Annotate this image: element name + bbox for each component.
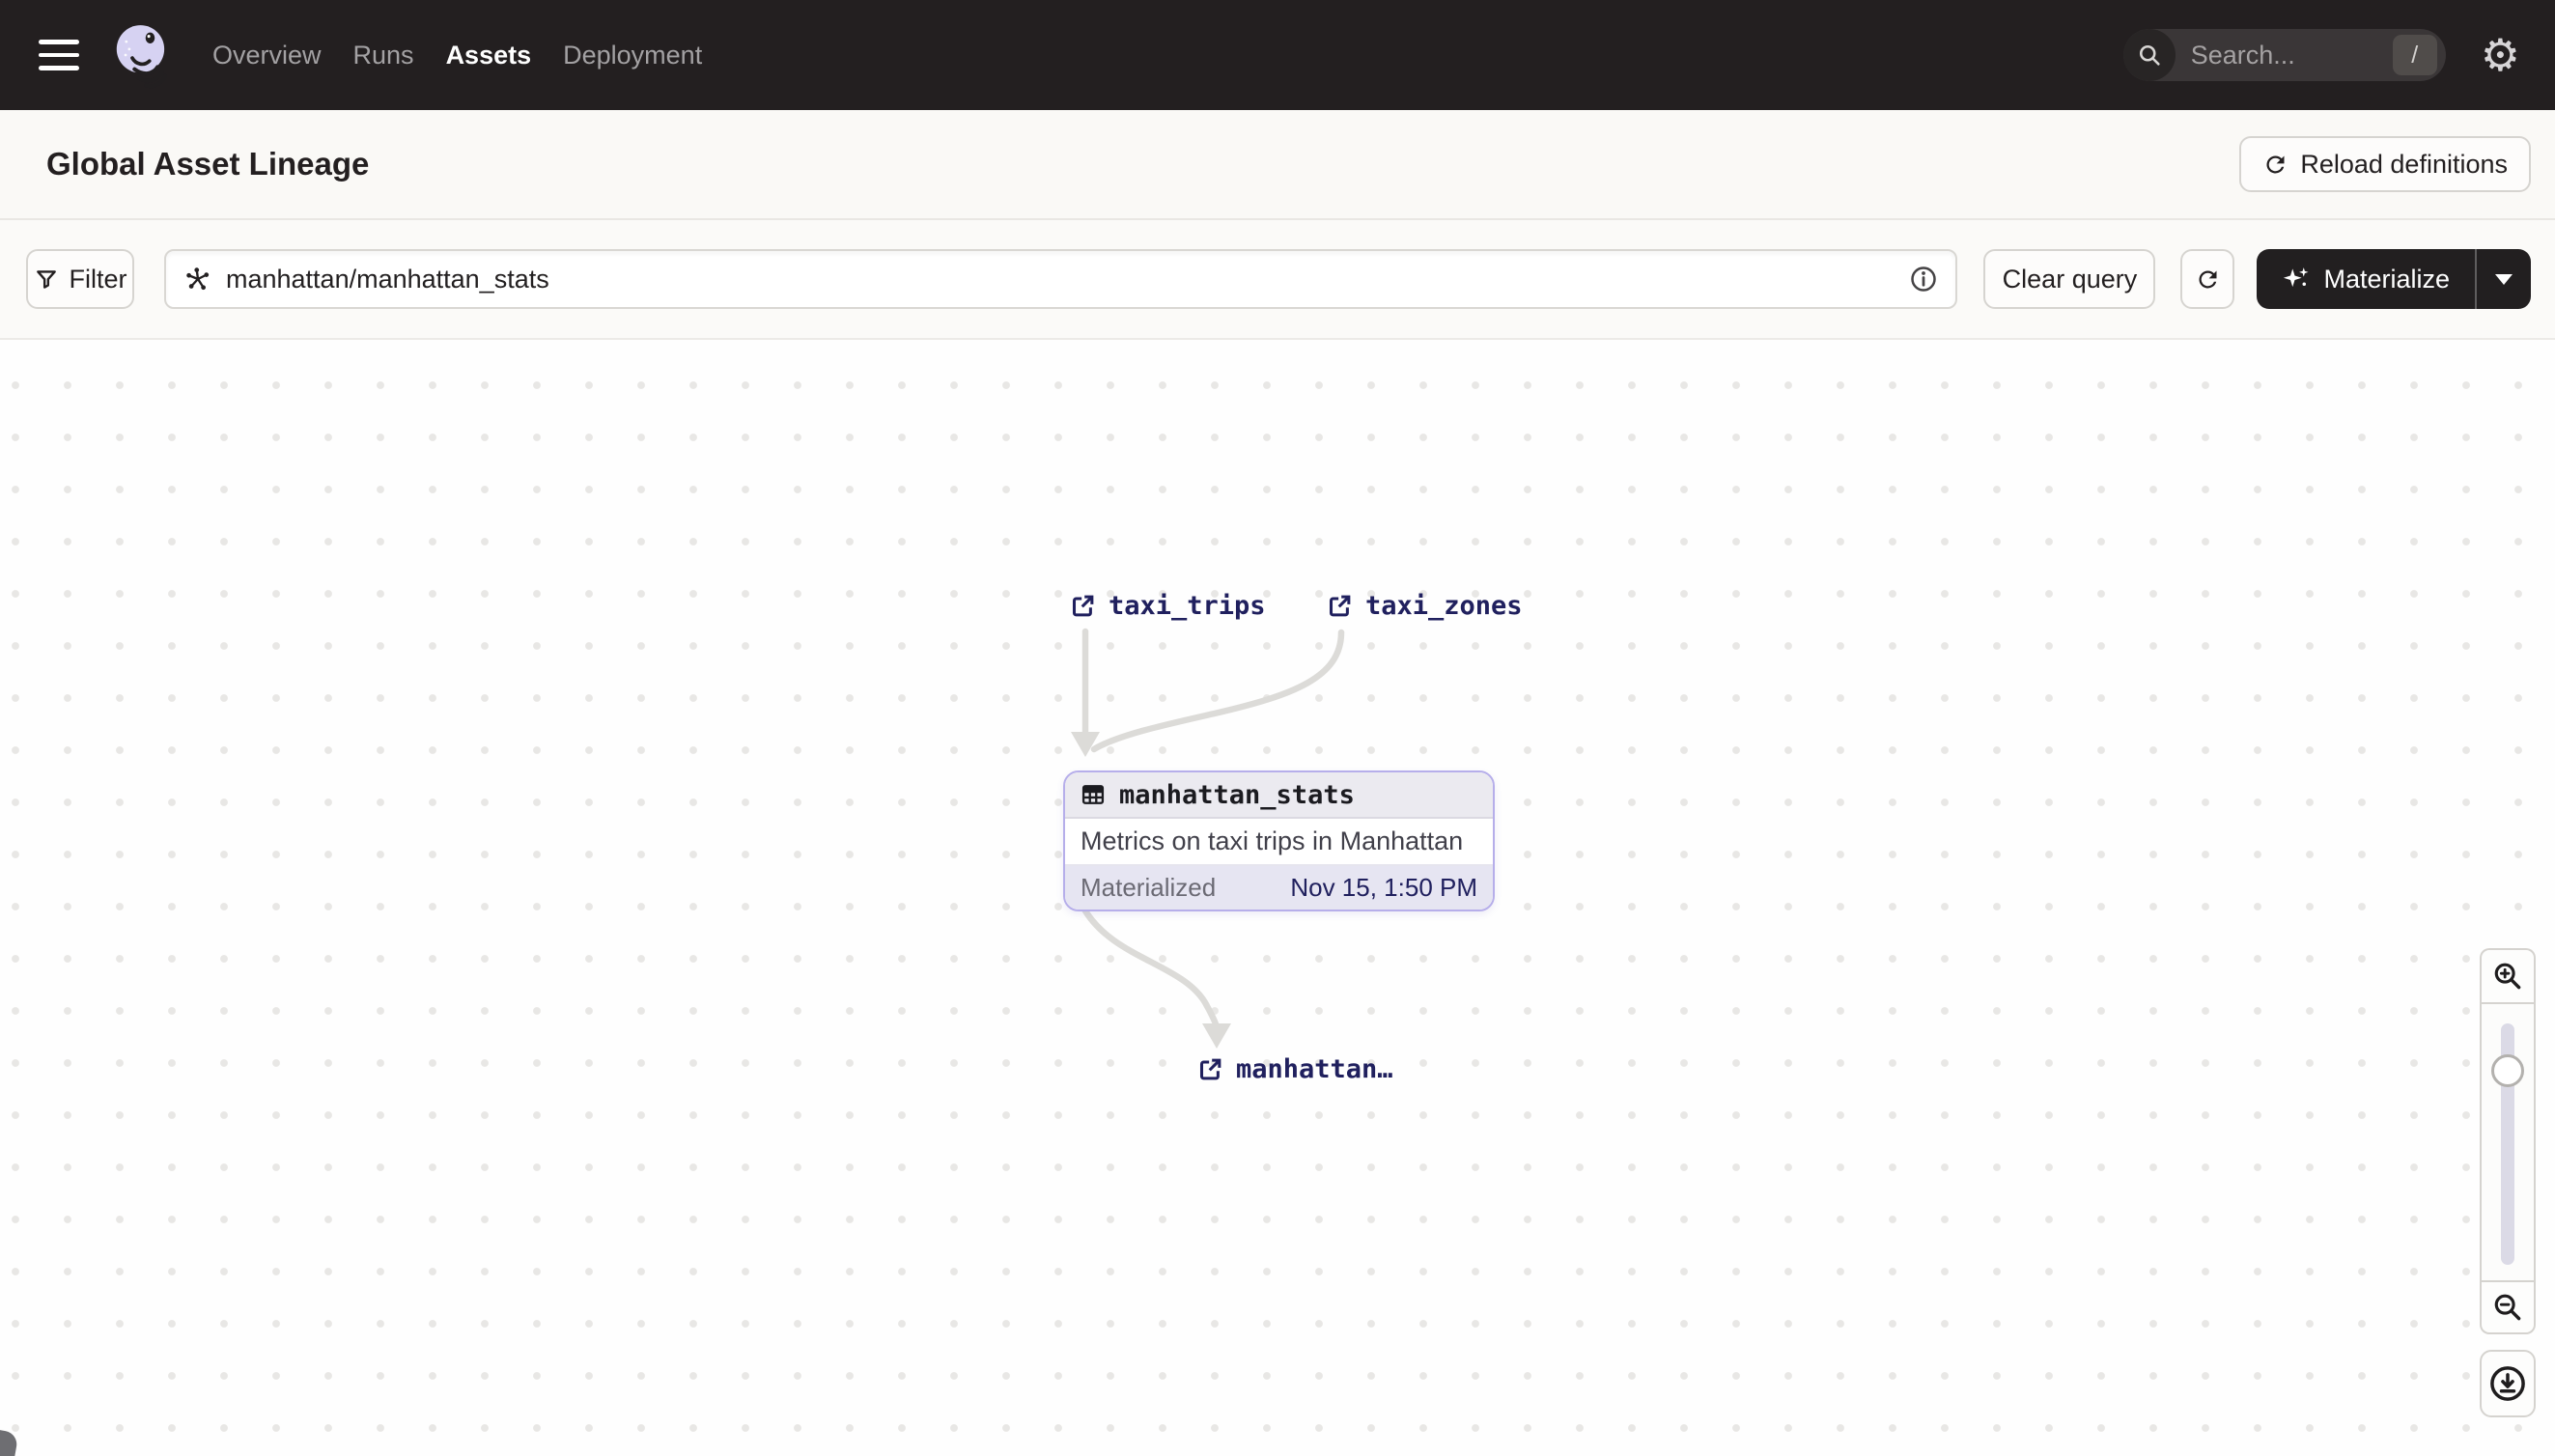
asset-card-title: manhattan_stats [1119,779,1355,810]
asset-card-footer: Materialized Nov 15, 1:50 PM [1065,866,1493,910]
asset-query-input[interactable] [226,264,1910,294]
table-icon [1081,785,1105,804]
nav-link-deployment[interactable]: Deployment [563,41,702,70]
gear-icon: ⚙ [2480,29,2520,81]
nav-right-group: / ⚙ [2122,29,2520,81]
nav-link-overview[interactable]: Overview [212,41,322,70]
filter-funnel-icon [36,270,56,289]
zoom-controls [2480,948,2536,1417]
refresh-graph-button[interactable] [2180,249,2235,309]
download-view-button[interactable] [2480,1350,2536,1417]
node-label-taxi-zones: taxi_zones [1365,591,1523,621]
external-link-icon [1072,595,1094,617]
asset-node-taxi-zones[interactable]: taxi_zones [1327,591,1523,621]
zoom-in-icon [2494,963,2521,990]
caret-down-icon [2495,273,2513,285]
filter-button[interactable]: Filter [26,249,134,309]
download-icon [2490,1366,2525,1401]
reload-icon [2266,154,2285,173]
zoom-in-button[interactable] [2480,948,2536,1002]
zoom-slider-thumb[interactable] [2491,1054,2524,1087]
search-input[interactable] [2175,40,2393,70]
clear-query-label: Clear query [2002,264,2138,294]
hamburger-menu-icon[interactable] [39,40,79,70]
asset-card-description: Metrics on taxi trips in Manhattan [1065,819,1493,866]
zoom-out-button[interactable] [2480,1282,2536,1334]
page-header: Global Asset Lineage Reload definitions [0,110,2555,220]
dagster-logo[interactable] [106,19,178,91]
top-nav: Overview Runs Assets Deployment / ⚙ [0,0,2555,110]
query-info-button[interactable] [1909,265,1938,294]
edge-stats-to-downstream [1080,904,1221,1031]
asset-card-header: manhattan_stats [1065,772,1493,819]
zoom-slider[interactable] [2480,1002,2536,1282]
zoom-out-icon [2494,1294,2521,1321]
materialized-timestamp-link[interactable]: Nov 15, 1:50 PM [1290,873,1477,903]
clear-query-button[interactable]: Clear query [1983,249,2156,309]
asset-node-manhattan-downstream[interactable]: manhattan… [1197,1054,1393,1084]
nav-link-assets[interactable]: Assets [446,41,532,70]
search-icon [2122,29,2176,81]
reload-definitions-label: Reload definitions [2300,149,2508,179]
refresh-icon [2199,269,2217,288]
materialize-button[interactable]: Materialize [2257,249,2475,309]
asset-node-taxi-trips[interactable]: taxi_trips [1070,591,1266,621]
primary-nav-links: Overview Runs Assets Deployment [212,41,702,70]
external-link-icon [1329,595,1351,617]
materialize-label: Materialize [2323,264,2450,294]
asset-node-manhattan-stats[interactable]: manhattan_stats Metrics on taxi trips in… [1063,770,1495,911]
materialize-split-button: Materialize [2257,249,2531,309]
edge-taxi-zones-to-stats [1090,629,1345,753]
arrowhead-into-stats [1071,732,1100,757]
node-label-taxi-trips: taxi_trips [1109,591,1266,621]
materialized-status-label: Materialized [1081,873,1217,902]
materialize-options-button[interactable] [2477,249,2531,309]
asset-graph-icon [186,267,210,291]
nav-link-runs[interactable]: Runs [353,41,414,70]
settings-gear-button[interactable]: ⚙ [2481,33,2520,77]
lineage-toolbar: Filter manhattan/manhattan_stats Clear q… [0,220,2555,340]
reload-definitions-button[interactable]: Reload definitions [2239,136,2531,192]
node-label-manhattan-downstream: manhattan… [1236,1054,1393,1084]
asset-query-field [164,249,1958,309]
filter-button-label: Filter [69,264,127,294]
sparkle-icon [2284,267,2309,288]
external-link-icon [1199,1058,1221,1080]
info-icon [1911,266,1937,292]
global-search[interactable]: / [2122,29,2446,81]
search-shortcut-badge: / [2392,35,2437,75]
page-title: Global Asset Lineage [46,146,370,182]
lineage-canvas[interactable]: taxi_trips taxi_zones manhattan_stats Me… [0,340,2555,1456]
arrowhead-into-downstream [1202,1023,1231,1049]
